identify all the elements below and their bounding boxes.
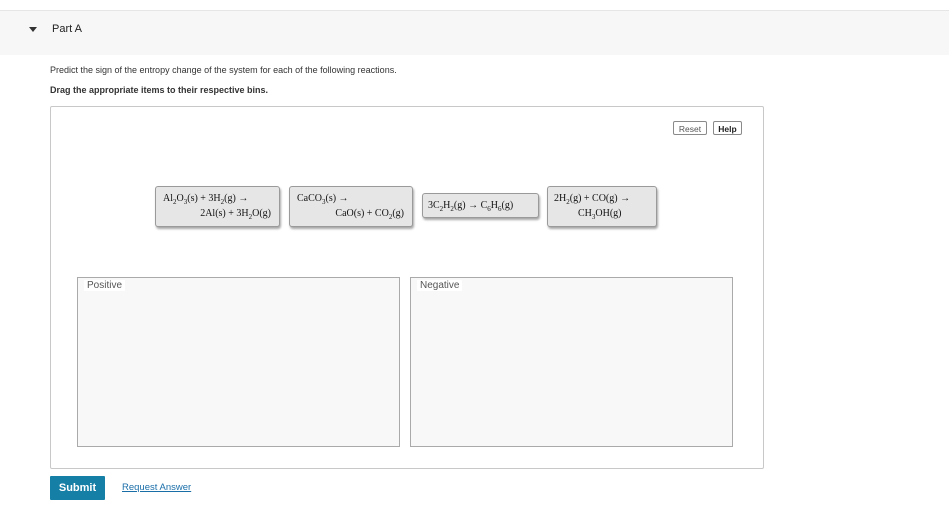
reaction-tile-c2h2[interactable]: 3C2H2(g) → C6H6(g) <box>422 193 539 218</box>
bin-label: Negative <box>417 280 463 291</box>
bin-label: Positive <box>84 280 126 291</box>
reaction-line-1: CaCO3(s) → <box>297 193 349 206</box>
reaction-line-2: CH3OH(g) <box>578 208 622 221</box>
reset-button[interactable]: Reset <box>673 121 707 135</box>
reaction-tile-caco3[interactable]: CaCO3(s) → CaO(s) + CO2(g) <box>289 186 413 227</box>
drag-instruction: Drag the appropriate items to their resp… <box>50 85 269 95</box>
reaction-line-2: CaO(s) + CO2(g) <box>335 208 404 221</box>
reaction-tile-h2-co[interactable]: 2H2(g) + CO(g) → CH3OH(g) <box>547 186 657 227</box>
request-answer-link[interactable]: Request Answer <box>122 482 191 493</box>
part-header[interactable] <box>0 11 949 55</box>
bin-negative[interactable]: Negative <box>410 277 733 447</box>
reaction-line-1: Al2O3(s) + 3H2(g) → <box>163 193 249 206</box>
bin-positive[interactable]: Positive <box>77 277 400 447</box>
collapse-caret-icon[interactable] <box>29 27 37 32</box>
reaction-line-2: 2Al(s) + 3H2O(g) <box>200 208 271 221</box>
submit-button[interactable]: Submit <box>50 476 105 500</box>
instructions-text: Predict the sign of the entropy change o… <box>50 65 397 75</box>
reaction-line-1: 2H2(g) + CO(g) → <box>554 193 631 206</box>
part-title: Part A <box>52 23 82 35</box>
help-button[interactable]: Help <box>713 121 742 135</box>
reaction-line-1: 3C2H2(g) → C6H6(g) <box>428 200 514 213</box>
reaction-tile-al2o3[interactable]: Al2O3(s) + 3H2(g) → 2Al(s) + 3H2O(g) <box>155 186 280 227</box>
